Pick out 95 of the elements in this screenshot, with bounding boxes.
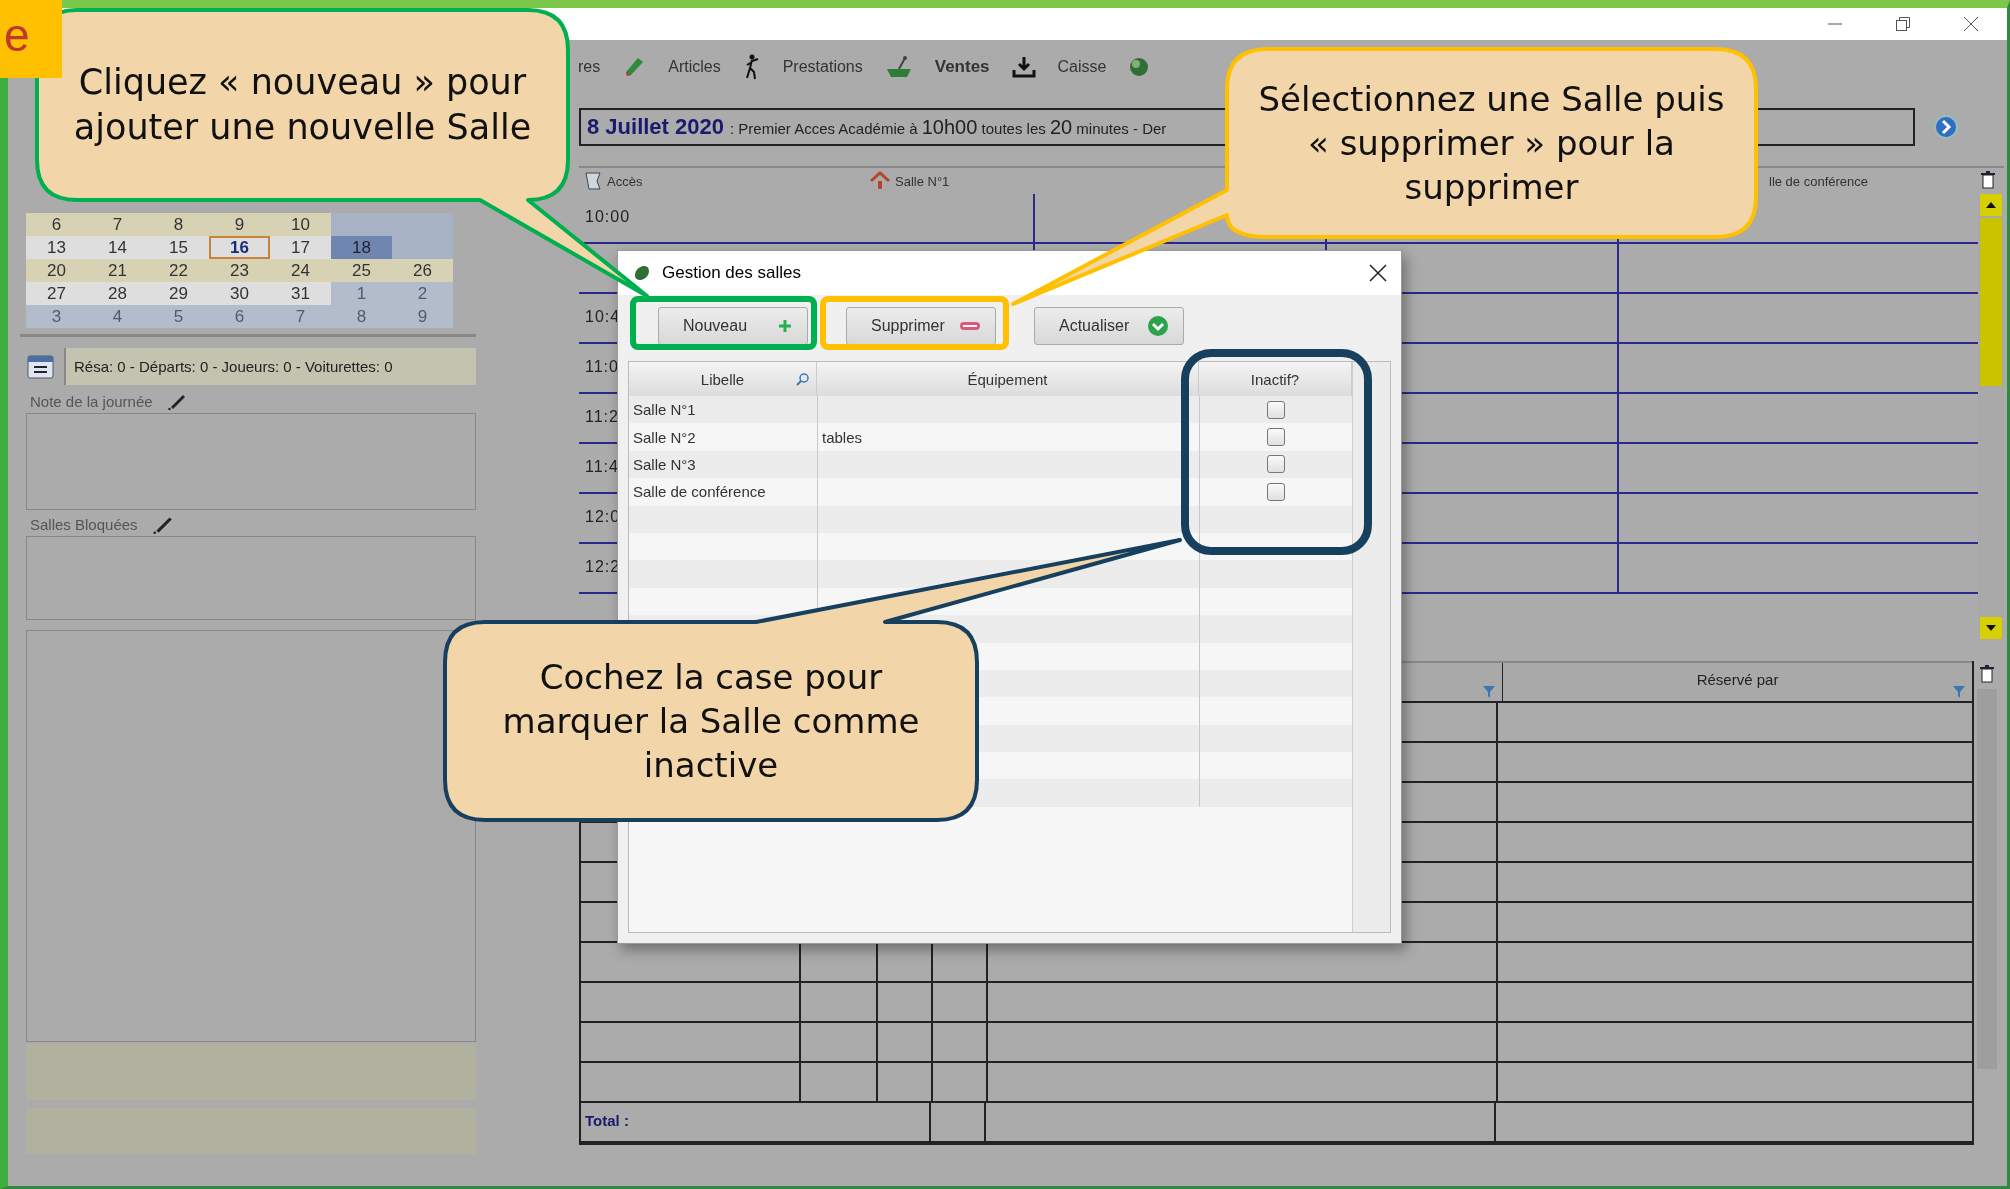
table-row[interactable]: Salle N°3 bbox=[629, 450, 1352, 479]
banner-date: 8 Juillet 2020 bbox=[587, 114, 724, 140]
callout-text: Cochez la case pour marquer la Salle comme inactive bbox=[501, 656, 921, 787]
table-cell[interactable]: Salle N°2 bbox=[633, 428, 696, 446]
download-icon[interactable] bbox=[1011, 55, 1036, 79]
calendar-day[interactable]: 6 bbox=[26, 213, 87, 236]
scrollbar[interactable] bbox=[1978, 194, 2004, 639]
calendar-day[interactable]: 3 bbox=[26, 305, 87, 328]
toolbar-item[interactable]: Caisse bbox=[1057, 58, 1107, 76]
table-cell[interactable]: Salle N°3 bbox=[633, 455, 696, 473]
table-cell[interactable]: Salle de conférence bbox=[633, 483, 766, 501]
group-label: Note de la journée bbox=[30, 392, 153, 410]
ball-icon[interactable] bbox=[1128, 56, 1151, 78]
calendar-day[interactable]: 29 bbox=[148, 282, 209, 305]
calendar-day[interactable]: 26 bbox=[392, 259, 453, 282]
flag-icon bbox=[583, 171, 603, 191]
calendar-day[interactable]: 24 bbox=[270, 259, 331, 282]
toolbar-button[interactable]: Nouveau bbox=[658, 307, 808, 345]
calendar-day[interactable]: 8 bbox=[331, 305, 392, 328]
checkbox[interactable] bbox=[1267, 428, 1285, 447]
calendar-day[interactable]: 22 bbox=[148, 259, 209, 282]
close-icon[interactable] bbox=[1369, 264, 1387, 282]
banner-text: : Premier Acces Académie à 10h00 toutes les 20 minutes - Der bbox=[730, 115, 1167, 139]
time-label: 11:0 bbox=[585, 358, 619, 375]
calendar-day[interactable]: 27 bbox=[26, 282, 87, 305]
group-label: Salles Bloquées bbox=[30, 515, 138, 533]
toolbar-button[interactable]: Actualiser bbox=[1034, 307, 1184, 345]
calendar-day[interactable]: 15 bbox=[148, 236, 209, 259]
total-label: Total : bbox=[584, 1112, 629, 1129]
plus-icon bbox=[777, 318, 793, 334]
column-header[interactable]: lle de conférence bbox=[1769, 173, 1868, 189]
calendar-day[interactable]: 7 bbox=[270, 305, 331, 328]
scroll-down-icon[interactable] bbox=[1980, 617, 2002, 639]
checkbox[interactable] bbox=[1267, 400, 1285, 419]
calendar-day[interactable]: 17 bbox=[270, 236, 331, 259]
calendar-day[interactable]: 7 bbox=[87, 213, 148, 236]
calendar-day[interactable]: 20 bbox=[26, 259, 87, 282]
calendar-day[interactable]: 8 bbox=[148, 213, 209, 236]
toolbar-item[interactable]: Ventes bbox=[934, 57, 990, 77]
trash-icon[interactable] bbox=[1978, 665, 1995, 683]
callout-text: Cliquez « nouveau » pour ajouter une nouvelle Salle bbox=[72, 61, 533, 149]
column-header[interactable]: Accès bbox=[607, 173, 643, 189]
day-summary: Résa: 0 - Départs: 0 - Joueurs: 0 - Voiturettes: 0 bbox=[64, 347, 476, 385]
calendar-day[interactable]: 30 bbox=[209, 282, 270, 305]
column-header[interactable]: Libelle bbox=[700, 370, 745, 388]
calendar-day[interactable]: 23 bbox=[209, 259, 270, 282]
scrollbar[interactable] bbox=[1352, 362, 1390, 932]
calendar-day[interactable]: 28 bbox=[87, 282, 148, 305]
calendar-day[interactable]: 4 bbox=[87, 305, 148, 328]
scroll-thumb[interactable] bbox=[1980, 218, 2002, 386]
calendar-day[interactable]: 16 bbox=[209, 236, 270, 259]
calendar-day[interactable]: 10 bbox=[270, 213, 331, 236]
restore-icon[interactable] bbox=[1895, 16, 1911, 32]
time-label: 10:00 bbox=[585, 208, 631, 225]
column-header[interactable]: Réservé par bbox=[1503, 663, 1973, 701]
calendar-day[interactable]: 31 bbox=[270, 282, 331, 305]
time-label: 10:4 bbox=[585, 308, 621, 325]
dialog-title: Gestion des salles bbox=[662, 263, 801, 283]
time-label: 11:4 bbox=[585, 458, 619, 475]
basket-icon[interactable] bbox=[884, 55, 913, 79]
table-cell[interactable]: Salle N°1 bbox=[633, 401, 696, 419]
corner-tag: e bbox=[0, 0, 62, 78]
table-cell[interactable]: tables bbox=[822, 428, 863, 446]
table-row[interactable]: Salle N°1 bbox=[629, 396, 1352, 424]
minus-icon bbox=[959, 320, 981, 332]
calendar-day[interactable]: 18 bbox=[331, 236, 392, 259]
toolbar-item[interactable]: Prestations bbox=[782, 58, 863, 76]
search-icon[interactable] bbox=[796, 372, 810, 386]
column-header[interactable]: Équipement bbox=[967, 370, 1048, 388]
next-icon[interactable] bbox=[1933, 114, 1959, 140]
calendar-day[interactable]: 9 bbox=[392, 305, 453, 328]
calendar-day[interactable]: 5 bbox=[148, 305, 209, 328]
calendar-day[interactable]: 21 bbox=[87, 259, 148, 282]
calendar-day[interactable]: 9 bbox=[209, 213, 270, 236]
callout-text: Sélectionnez une Salle puis « supprimer » pour la supprimer bbox=[1257, 78, 1726, 209]
trash-icon[interactable] bbox=[1980, 171, 1996, 189]
toolbar-button[interactable]: Supprimer bbox=[846, 307, 996, 345]
toolbar-item[interactable]: Articles bbox=[668, 58, 721, 76]
scroll-up-icon[interactable] bbox=[1980, 194, 2002, 216]
checkbox[interactable] bbox=[1267, 482, 1285, 501]
column-header[interactable]: Inactif? bbox=[1250, 370, 1300, 388]
time-label: 11:2 bbox=[585, 408, 619, 425]
toolbar-item[interactable]: res bbox=[578, 58, 601, 76]
calendar-icon[interactable] bbox=[26, 352, 56, 380]
calendar-day[interactable]: 13 bbox=[26, 236, 87, 259]
calendar-day[interactable]: 6 bbox=[209, 305, 270, 328]
calendar-day[interactable]: 1 bbox=[331, 282, 392, 305]
column-header[interactable]: Salle N°1 bbox=[895, 173, 950, 189]
calendar-day[interactable]: 2 bbox=[392, 282, 453, 305]
leaf-icon bbox=[632, 263, 652, 283]
checkbox[interactable] bbox=[1267, 455, 1285, 474]
calendar-day[interactable]: 14 bbox=[87, 236, 148, 259]
house-icon bbox=[869, 171, 891, 191]
calendar-day[interactable]: 25 bbox=[331, 259, 392, 282]
close-icon[interactable] bbox=[1963, 16, 1979, 32]
